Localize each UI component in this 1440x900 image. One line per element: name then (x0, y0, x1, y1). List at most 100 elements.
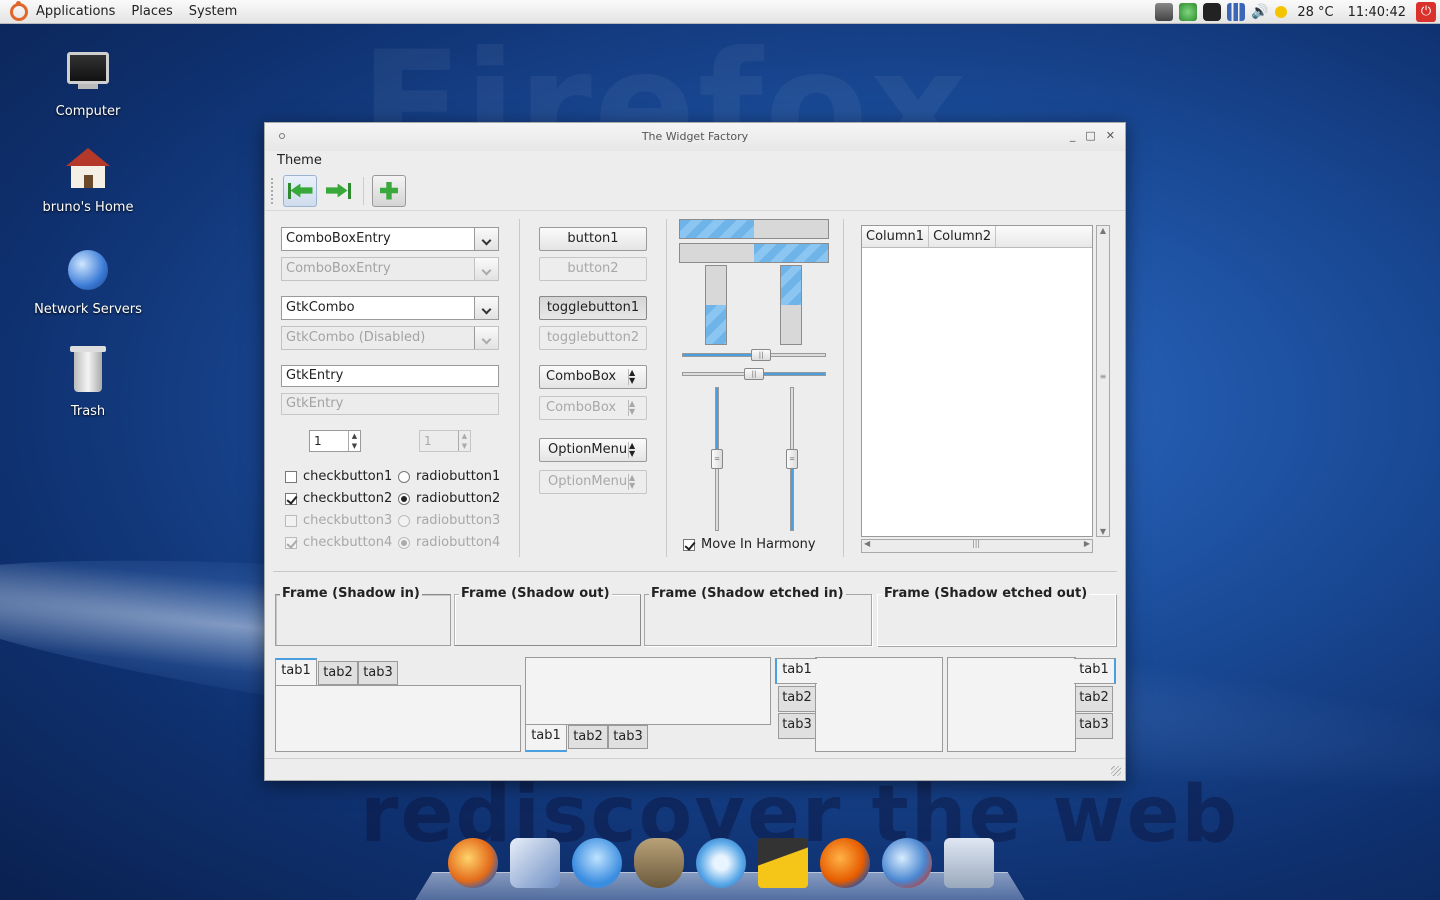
desktop-icon-trash[interactable]: Trash (23, 346, 153, 419)
scroll-left-icon[interactable]: ◀ (864, 539, 870, 548)
notebook-top-tab1[interactable]: tab1 (275, 658, 317, 685)
frame-shadow-etched-out: Frame (Shadow etched out) (877, 586, 1116, 646)
desktop-icon-computer[interactable]: Computer (23, 46, 153, 119)
gimp-icon[interactable] (634, 838, 684, 888)
laptop-icon[interactable] (944, 838, 994, 888)
scroll-up-icon[interactable]: ▲ (1097, 226, 1109, 235)
spin-arrows-icon[interactable]: ▲ ▼ (348, 431, 360, 451)
move-in-harmony-checkbox[interactable]: Move In Harmony (683, 537, 816, 552)
desktop-icon-network[interactable]: Network Servers (23, 246, 153, 317)
notebook-bottom-tab1[interactable]: tab1 (525, 725, 567, 752)
download-icon[interactable] (1155, 3, 1174, 21)
column2-header[interactable]: Column2 (929, 226, 997, 247)
firefox-icon[interactable] (820, 838, 870, 888)
notebook-left-tab3[interactable]: tab3 (778, 713, 816, 739)
minimize-icon[interactable]: _ (1070, 129, 1076, 142)
applications-menu[interactable]: Applications (28, 4, 123, 19)
gtk-entry[interactable]: GtkEntry (281, 365, 499, 387)
scroll-thumb-grip-icon[interactable]: ||| (972, 539, 980, 548)
spin-button[interactable]: 1 ▲ ▼ (309, 430, 361, 452)
checkbox-checked-icon[interactable] (285, 492, 297, 505)
chevron-down-icon[interactable] (474, 297, 498, 319)
music-player-icon[interactable] (696, 838, 746, 888)
notebook-bottom-tab3[interactable]: tab3 (608, 725, 648, 749)
checkbox-checked-icon (285, 536, 297, 549)
network-signal-icon[interactable] (1227, 3, 1246, 21)
volume-icon[interactable]: 🔊 (1251, 3, 1269, 21)
temperature-readout[interactable]: 28 °C (1293, 5, 1337, 20)
radio-icon[interactable] (398, 470, 410, 483)
option-menu[interactable]: OptionMenu ▲ ▼ (539, 438, 647, 462)
weather-sun-icon[interactable] (1275, 6, 1288, 18)
chevron-down-icon (474, 258, 498, 280)
radiobutton2[interactable]: radiobutton2 (398, 491, 500, 506)
gtk-combo[interactable]: GtkCombo (281, 296, 499, 320)
notebook-right-tab3[interactable]: tab3 (1075, 713, 1113, 739)
ubuntu-logo-icon[interactable] (10, 0, 28, 21)
internet-icon[interactable] (882, 838, 932, 888)
chevron-down-icon[interactable] (474, 228, 498, 250)
movie-player-icon[interactable] (758, 838, 808, 888)
system-menu[interactable]: System (181, 4, 245, 19)
go-first-button[interactable] (283, 174, 317, 207)
button1[interactable]: button1 (539, 227, 647, 251)
scroll-thumb-grip-icon[interactable]: ≡ (1097, 372, 1109, 381)
notebook-bottom-tab2[interactable]: tab2 (568, 725, 608, 749)
mail-launcher-icon[interactable] (510, 838, 560, 888)
option-menu-value[interactable]: OptionMenu (548, 442, 627, 457)
hscale-1[interactable]: || (682, 349, 826, 361)
resize-grip-icon[interactable] (1111, 766, 1121, 776)
slider-handle-icon[interactable]: = (711, 449, 723, 469)
vscale-2[interactable]: = (786, 387, 798, 531)
up-down-arrows-icon[interactable]: ▲ ▼ (628, 442, 646, 458)
slider-handle-icon[interactable]: || (751, 349, 772, 361)
up-down-arrows-icon[interactable]: ▲ ▼ (628, 369, 646, 385)
maximize-icon[interactable]: □ (1085, 129, 1095, 142)
gtk-combo-text[interactable]: GtkCombo (282, 297, 474, 319)
places-menu[interactable]: Places (123, 4, 180, 19)
vscale-1[interactable]: = (711, 387, 723, 531)
window-titlebar[interactable]: The Widget Factory _ □ ✕ (265, 123, 1125, 151)
spin-button-value[interactable]: 1 (314, 434, 322, 448)
tree-horizontal-scrollbar[interactable]: ◀ ||| ▶ (861, 539, 1093, 553)
checkbox-checked-icon[interactable] (683, 538, 695, 551)
combobox[interactable]: ComboBox ▲ ▼ (539, 365, 647, 389)
combo-box-entry[interactable]: ComboBoxEntry (281, 227, 499, 251)
notebook-top-tab3[interactable]: tab3 (358, 661, 398, 685)
scroll-right-icon[interactable]: ▶ (1084, 539, 1090, 548)
theme-menu[interactable]: Theme (277, 153, 322, 168)
radiobutton1[interactable]: radiobutton1 (398, 469, 500, 484)
add-button[interactable] (372, 174, 406, 207)
radio-checked-icon[interactable] (398, 492, 410, 505)
checkbutton1[interactable]: checkbutton1 (285, 469, 392, 484)
desktop-icon-home[interactable]: bruno's Home (23, 146, 153, 215)
scroll-down-icon[interactable]: ▼ (1097, 527, 1109, 536)
notebook-left-tab2[interactable]: tab2 (778, 686, 816, 712)
clock[interactable]: 11:40:42 (1344, 5, 1410, 20)
column1-header[interactable]: Column1 (862, 226, 930, 247)
go-last-button[interactable] (321, 175, 355, 207)
hscale-2[interactable]: || (682, 368, 826, 380)
video-chat-icon[interactable] (572, 838, 622, 888)
slider-handle-icon[interactable]: || (744, 368, 764, 380)
tree-view[interactable]: Column1 Column2 (861, 225, 1093, 537)
notebook-left-tab1[interactable]: tab1 (775, 658, 817, 684)
notebook-top-tab2[interactable]: tab2 (318, 661, 358, 685)
checkbutton2[interactable]: checkbutton2 (285, 491, 392, 506)
app-indicator-icon[interactable] (1203, 3, 1222, 21)
notebook-right-tab1[interactable]: tab1 (1074, 658, 1116, 684)
checkbox-icon[interactable] (285, 470, 297, 483)
close-icon[interactable]: ✕ (1106, 129, 1115, 142)
browser-launcher-icon[interactable] (448, 838, 498, 888)
togglebutton1[interactable]: togglebutton1 (539, 296, 647, 320)
update-icon[interactable] (1179, 3, 1198, 21)
slider-handle-icon[interactable]: = (786, 449, 798, 469)
notebook-right-tab2[interactable]: tab2 (1075, 686, 1113, 712)
combobox-value[interactable]: ComboBox (546, 369, 616, 384)
checkbutton4-label: checkbutton4 (303, 535, 393, 550)
power-icon[interactable]: ⏻ (1416, 2, 1436, 22)
toolbar-grip[interactable] (271, 177, 275, 204)
tree-vertical-scrollbar[interactable]: ▲ ≡ ▼ (1096, 225, 1110, 537)
combo-box-entry-text[interactable]: ComboBoxEntry (282, 228, 474, 250)
radiobutton4-label: radiobutton4 (416, 535, 501, 550)
